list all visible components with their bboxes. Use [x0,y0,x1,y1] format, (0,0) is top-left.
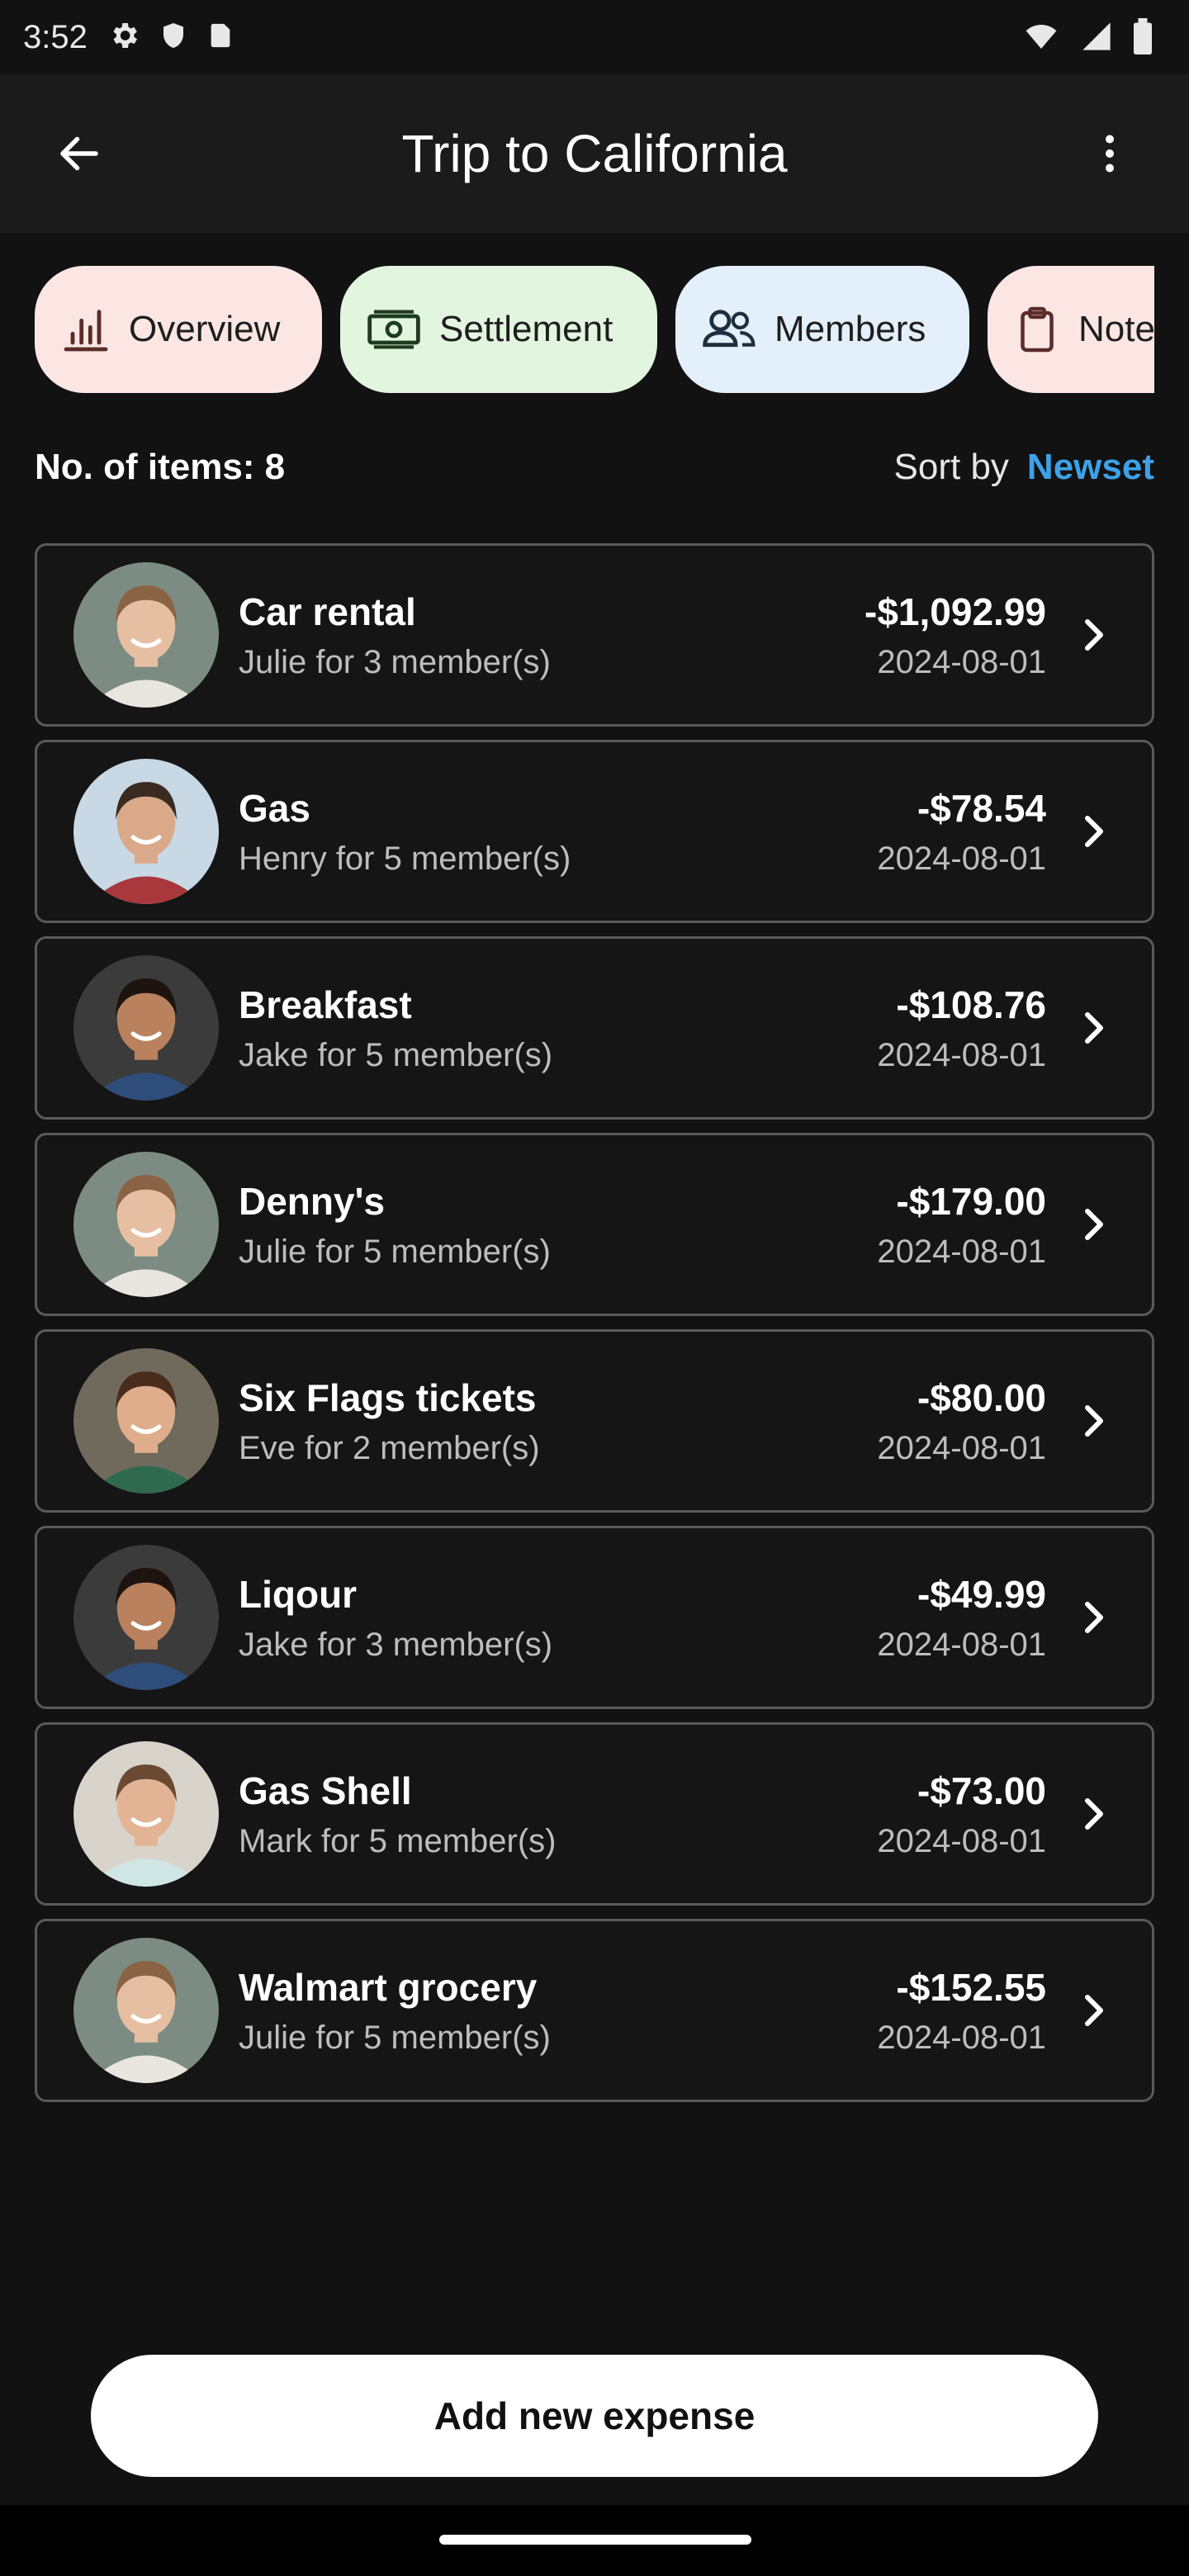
chevron-right-icon [1069,807,1119,856]
expense-payer: Julie for 5 member(s) [239,1233,551,1270]
expense-row[interactable]: Car rental Julie for 3 member(s) -$1,092… [35,543,1154,727]
expense-payer: Eve for 2 member(s) [239,1429,540,1466]
avatar [73,1741,219,1887]
cash-icon [367,310,420,349]
section-tabs: Overview Settlement Members Notes [35,266,1154,393]
expense-row[interactable]: Breakfast Jake for 5 member(s) -$108.76 … [35,936,1154,1120]
sim-card-icon [206,19,234,56]
people-icon [703,310,756,348]
expense-amount: -$78.54 [917,786,1046,830]
avatar [73,1545,219,1690]
expense-payer: Henry for 5 member(s) [239,840,571,877]
avatar [73,1348,219,1494]
status-left-icons [107,19,234,56]
tab-notes-label: Notes [1078,309,1154,349]
expense-payer: Jake for 5 member(s) [239,1036,553,1073]
expense-row[interactable]: Denny's Julie for 5 member(s) -$179.00 2… [35,1133,1154,1316]
expense-date: 2024-08-01 [877,1626,1046,1663]
chevron-right-icon [1069,1396,1119,1446]
expense-payer: Julie for 5 member(s) [239,2019,551,2056]
back-button[interactable] [46,121,112,187]
sort-control: Sort by Newset [894,447,1154,488]
app-bar: Trip to California [0,74,1189,233]
bar-chart-icon [64,310,108,352]
expense-date: 2024-08-01 [877,840,1046,877]
expense-row[interactable]: Liqour Jake for 3 member(s) -$49.99 2024… [35,1526,1154,1709]
shield-icon [159,19,188,56]
avatar [73,1152,219,1297]
tab-overview[interactable]: Overview [35,266,322,393]
expense-amount: -$152.55 [896,1965,1046,2009]
expense-amount: -$73.00 [917,1769,1046,1812]
expense-row[interactable]: Gas Henry for 5 member(s) -$78.54 2024-0… [35,740,1154,923]
sort-dropdown[interactable]: Newset [1027,447,1154,488]
expense-list: Car rental Julie for 3 member(s) -$1,092… [35,543,1154,2115]
status-time: 3:52 [23,18,88,55]
page-title: Trip to California [401,124,788,183]
status-right-icons [1022,18,1153,59]
chevron-right-icon [1069,1593,1119,1642]
chevron-right-icon [1069,1789,1119,1839]
more-vertical-icon [1106,135,1114,173]
expense-row[interactable]: Gas Shell Mark for 5 member(s) -$73.00 2… [35,1722,1154,1906]
home-indicator[interactable] [439,2535,751,2545]
tab-notes[interactable]: Notes [988,266,1154,393]
expense-amount: -$108.76 [896,983,1046,1026]
expense-date: 2024-08-01 [877,1822,1046,1859]
avatar [73,955,219,1101]
avatar [73,1938,219,2083]
expense-title: Gas [239,786,310,830]
avatar [73,759,219,904]
expense-title: Six Flags tickets [239,1376,537,1419]
expense-title: Walmart grocery [239,1965,538,2009]
expense-amount: -$80.00 [917,1376,1046,1419]
avatar [73,562,219,708]
expense-amount: -$49.99 [917,1572,1046,1616]
expense-row[interactable]: Walmart grocery Julie for 5 member(s) -$… [35,1919,1154,2102]
expense-title: Breakfast [239,983,412,1026]
list-header: No. of items: 8 Sort by Newset [35,438,1154,497]
expense-payer: Julie for 3 member(s) [239,643,551,680]
expense-date: 2024-08-01 [877,1036,1046,1073]
expense-row[interactable]: Six Flags tickets Eve for 2 member(s) -$… [35,1329,1154,1513]
expense-amount: -$179.00 [896,1179,1046,1223]
expense-date: 2024-08-01 [877,1429,1046,1466]
expense-date: 2024-08-01 [877,643,1046,680]
chevron-right-icon [1069,1986,1119,2035]
chevron-right-icon [1069,610,1119,660]
expense-title: Gas Shell [239,1769,412,1812]
more-options-button[interactable] [1077,121,1143,187]
status-bar: 3:52 [0,0,1189,74]
items-count: No. of items: 8 [35,447,286,487]
expense-payer: Jake for 3 member(s) [239,1626,553,1663]
sort-label: Sort by [893,447,1009,487]
signal-icon [1080,20,1113,57]
expense-title: Liqour [239,1572,358,1616]
tab-settlement[interactable]: Settlement [340,266,657,393]
gear-icon [107,19,140,56]
tab-members-label: Members [775,309,926,349]
chevron-right-icon [1069,1200,1119,1249]
expense-payer: Mark for 5 member(s) [239,1822,557,1859]
tab-members[interactable]: Members [675,266,969,393]
expense-date: 2024-08-01 [877,2019,1046,2056]
expense-date: 2024-08-01 [877,1233,1046,1270]
expense-title: Denny's [239,1179,386,1223]
add-expense-button[interactable]: Add new expense [91,2355,1098,2477]
chevron-right-icon [1069,1003,1119,1053]
expense-amount: -$1,092.99 [865,590,1046,633]
clipboard-icon [1021,306,1054,353]
tab-overview-label: Overview [129,309,281,349]
tab-settlement-label: Settlement [439,309,613,349]
battery-icon [1133,18,1153,59]
arrow-left-icon [60,136,98,171]
wifi-icon [1022,20,1060,57]
expense-title: Car rental [239,590,416,633]
